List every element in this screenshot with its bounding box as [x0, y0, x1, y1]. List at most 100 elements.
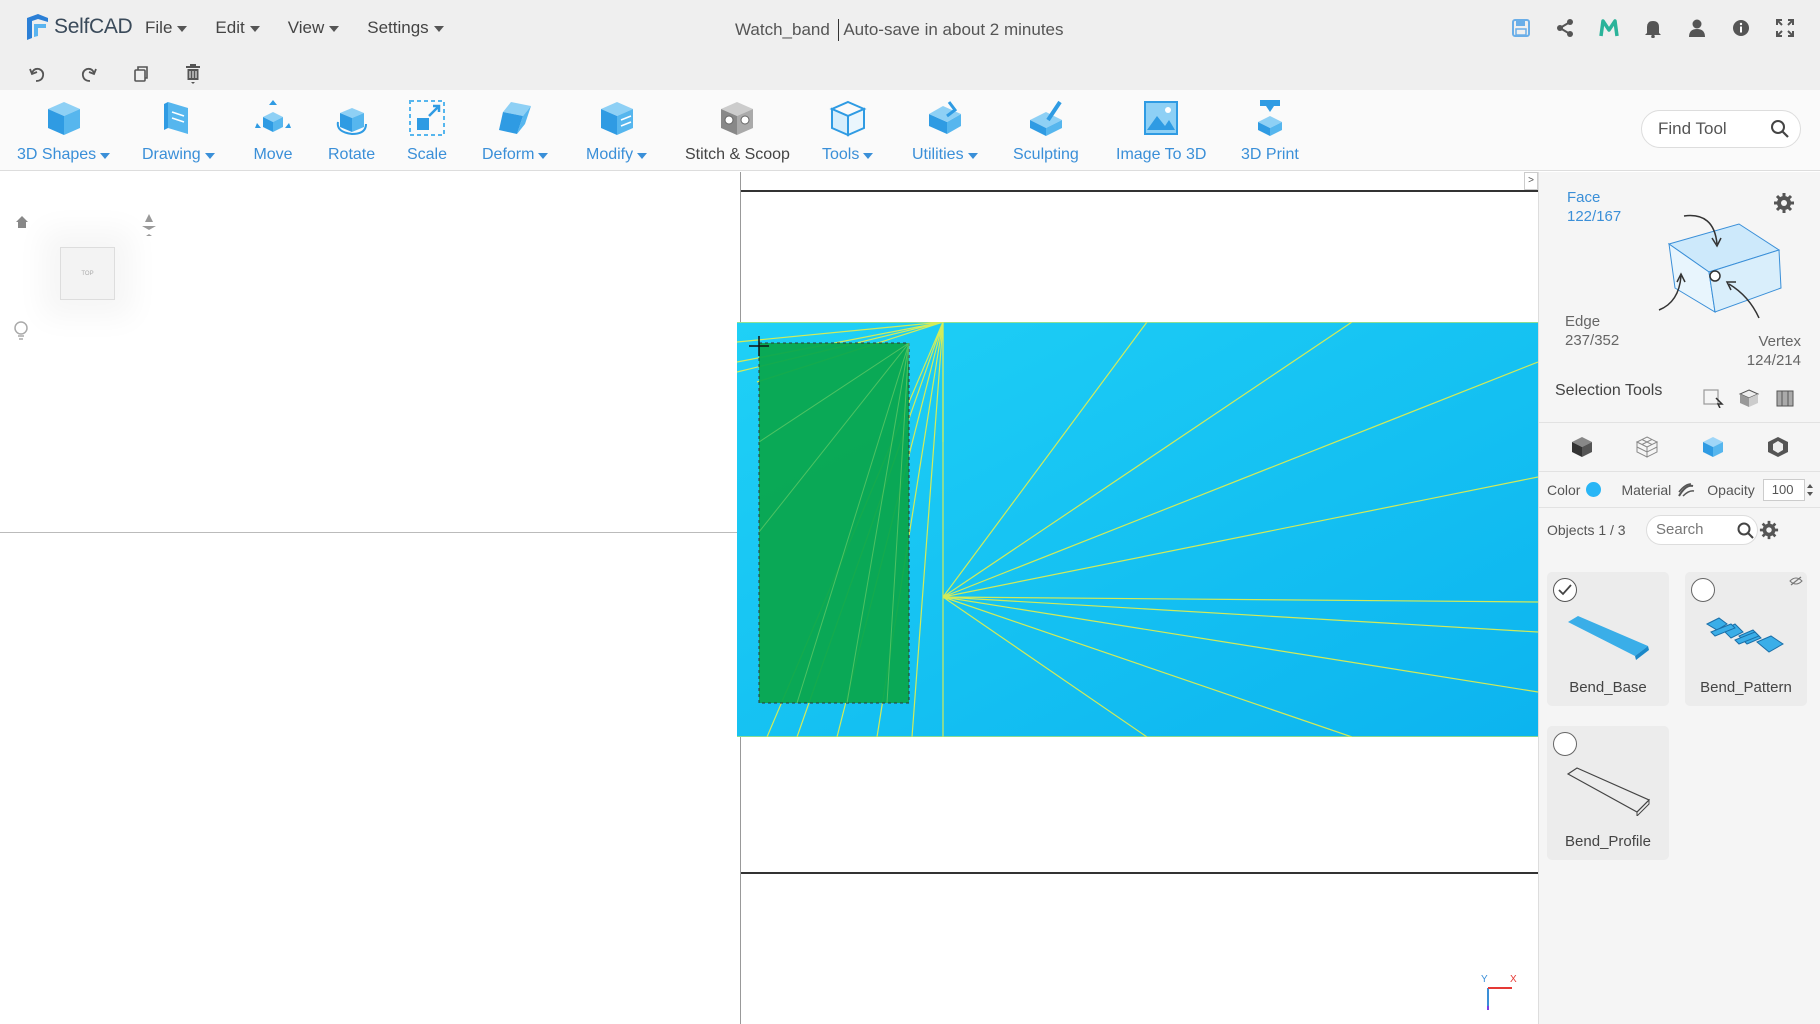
orbit-icon[interactable]	[140, 212, 158, 238]
menu-view-label: View	[287, 18, 325, 37]
menu-edit[interactable]: Edit	[215, 18, 260, 38]
top-menu-bar: SelfCAD File Edit View Settings Watch_ba…	[0, 0, 1820, 58]
object-card-bend-base[interactable]: Bend_Base	[1547, 572, 1669, 706]
tool-label: Scale	[406, 146, 448, 163]
share-icon[interactable]	[1553, 16, 1576, 39]
box-select-icon[interactable]	[1702, 388, 1724, 408]
tool-stitch-scoop[interactable]: Stitch & Scoop	[685, 96, 790, 164]
tool-sculpting[interactable]: Sculpting	[1013, 96, 1079, 164]
tool-label: Utilities	[912, 146, 964, 163]
chevron-down-icon	[177, 26, 188, 32]
find-tool-placeholder: Find Tool	[1658, 119, 1727, 138]
tool-image-to-3d[interactable]: Image To 3D	[1116, 96, 1206, 164]
search-icon[interactable]	[1770, 119, 1790, 139]
xray-view-icon[interactable]	[1766, 435, 1790, 459]
stepper-icon[interactable]	[1806, 482, 1814, 498]
tool-modify[interactable]: Modify	[586, 96, 648, 164]
material-icon[interactable]	[1677, 482, 1695, 498]
tool-deform[interactable]: Deform	[482, 96, 549, 164]
object-name: Bend_Pattern	[1700, 679, 1792, 696]
object-properties-row: Color Material Opacity 100	[1539, 472, 1820, 508]
tool-label: 3D Print	[1241, 146, 1299, 163]
sculpting-icon	[1024, 96, 1068, 140]
tool-3d-shapes[interactable]: 3D Shapes	[17, 96, 111, 164]
scale-icon	[405, 96, 449, 140]
3d-print-icon	[1248, 96, 1292, 140]
tool-rotate[interactable]: Rotate	[328, 96, 375, 164]
gear-icon[interactable]	[1759, 520, 1779, 540]
light-bulb-icon[interactable]	[12, 320, 30, 342]
chevron-down-icon	[538, 153, 549, 159]
user-icon[interactable]	[1685, 16, 1708, 39]
info-icon[interactable]	[1729, 16, 1752, 39]
tool-drawing[interactable]: Drawing	[142, 96, 215, 164]
face-count: 122/167	[1567, 208, 1622, 225]
undo-icon[interactable]	[26, 63, 48, 85]
copy-icon[interactable]	[130, 63, 152, 85]
face-selection-info[interactable]: Face 122/167	[1567, 188, 1621, 226]
object-card-bend-profile[interactable]: Bend_Profile	[1547, 726, 1669, 860]
rotate-icon	[330, 96, 374, 140]
solid-view-icon[interactable]	[1570, 435, 1594, 459]
menu-file[interactable]: File	[145, 18, 188, 38]
edge-selection-info[interactable]: Edge 237/352	[1565, 312, 1619, 350]
3d-viewport[interactable]: TOP > Y X	[0, 172, 1538, 1024]
color-swatch[interactable]	[1586, 482, 1602, 497]
utilities-icon	[923, 96, 967, 140]
chevron-down-icon	[249, 26, 260, 32]
home-icon[interactable]	[14, 214, 30, 230]
menu-view[interactable]: View	[288, 18, 340, 38]
bend-base-model[interactable]	[737, 322, 1538, 737]
text-cursor	[837, 19, 840, 41]
redo-icon[interactable]	[78, 63, 100, 85]
m-logo-icon[interactable]	[1597, 16, 1620, 39]
edge-count: 237/352	[1565, 332, 1620, 349]
menu-settings[interactable]: Settings	[367, 18, 444, 38]
document-name[interactable]: Watch_band	[735, 20, 830, 40]
tool-3d-print[interactable]: 3D Print	[1241, 96, 1299, 164]
color-label: Color	[1547, 481, 1581, 498]
view-cube[interactable]: TOP	[60, 247, 115, 300]
find-tool-input[interactable]: Find Tool	[1641, 110, 1801, 148]
hidden-eye-icon[interactable]	[1789, 576, 1803, 586]
move-icon	[251, 96, 295, 140]
chevron-down-icon	[967, 153, 978, 159]
search-icon[interactable]	[1737, 522, 1755, 540]
chevron-down-icon	[100, 153, 111, 159]
object-card-bend-pattern[interactable]: Bend_Pattern	[1685, 572, 1807, 706]
vertex-count: 124/214	[1746, 352, 1801, 369]
collapse-panel-button[interactable]: >	[1524, 172, 1538, 190]
drawing-icon	[156, 96, 200, 140]
svg-text:X: X	[1510, 974, 1517, 985]
edge-label: Edge	[1565, 313, 1601, 330]
bell-icon[interactable]	[1641, 16, 1664, 39]
shaded-view-icon[interactable]	[1701, 435, 1725, 459]
chevron-down-icon	[433, 26, 444, 32]
wireframe-view-icon[interactable]	[1635, 435, 1659, 459]
tool-tools[interactable]: Tools	[822, 96, 874, 164]
image-to-3d-icon	[1139, 96, 1183, 140]
tool-label: Sculpting	[1013, 146, 1079, 163]
selfcad-logo[interactable]: SelfCAD	[24, 12, 133, 42]
tool-scale[interactable]: Scale	[405, 96, 449, 164]
fullscreen-icon[interactable]	[1773, 16, 1796, 39]
tool-label: Stitch & Scoop	[685, 146, 790, 163]
view-frame-top	[741, 190, 1538, 192]
save-icon[interactable]	[1509, 16, 1532, 39]
view-cube-label: TOP	[81, 271, 94, 277]
app-name: SelfCAD	[54, 15, 133, 38]
view-mode-tabs	[1539, 422, 1820, 472]
objects-header: Objects 1 / 3 Search	[1539, 508, 1820, 552]
main-menu: File Edit View Settings	[145, 18, 472, 38]
opacity-input[interactable]: 100	[1762, 478, 1813, 501]
tool-move[interactable]: Move	[251, 96, 295, 164]
delete-icon[interactable]	[182, 63, 204, 85]
tool-label: Rotate	[328, 146, 376, 163]
vertex-label: Vertex	[1758, 333, 1801, 350]
tool-utilities[interactable]: Utilities	[912, 96, 978, 164]
tools-toolbar: 3D Shapes Drawing Move Rotate Scale Defo…	[0, 90, 1820, 171]
selection-tools-icons	[1702, 388, 1796, 408]
loop-select-icon[interactable]	[1774, 388, 1796, 408]
paint-select-icon[interactable]	[1738, 388, 1760, 408]
vertex-selection-info[interactable]: Vertex 124/214	[1731, 332, 1801, 370]
